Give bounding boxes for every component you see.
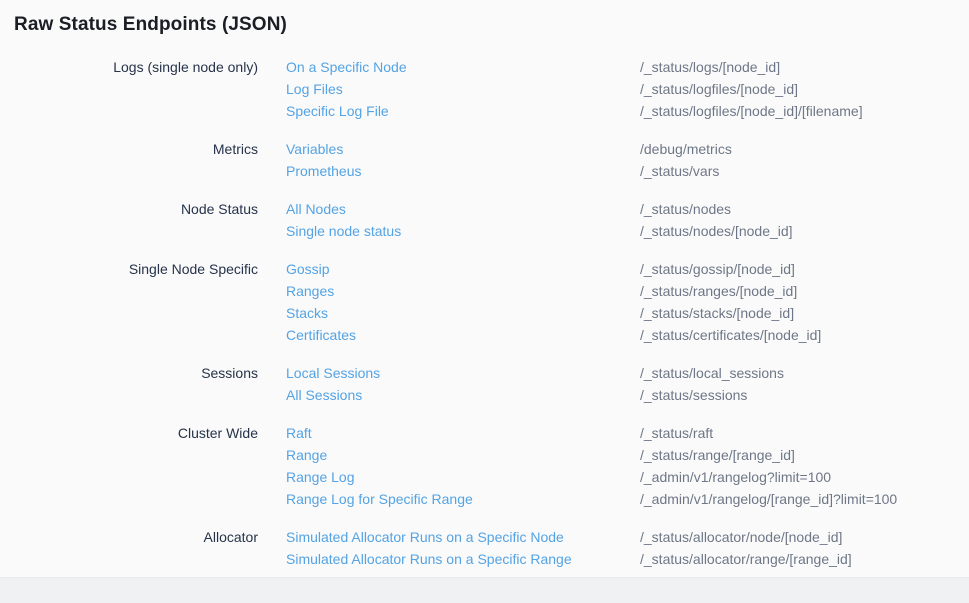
endpoint-path: /debug/metrics [640, 138, 955, 160]
link-column: GossipRangesStacksCertificates [286, 258, 612, 346]
endpoint-path: /_admin/v1/rangelog?limit=100 [640, 466, 955, 488]
category-label: Sessions [14, 362, 258, 384]
endpoint-path: /_status/certificates/[node_id] [640, 324, 955, 346]
endpoint-path: /_status/raft [640, 422, 955, 444]
endpoint-path: /_status/logfiles/[node_id]/[filename] [640, 100, 955, 122]
endpoint-link[interactable]: Gossip [286, 258, 612, 280]
endpoint-link[interactable]: Simulated Allocator Runs on a Specific N… [286, 526, 612, 548]
path-column: /_status/raft/_status/range/[range_id]/_… [640, 422, 955, 510]
endpoint-path: /_status/vars [640, 160, 955, 182]
endpoint-group: Cluster Wide RaftRangeRange LogRange Log … [14, 422, 955, 510]
endpoint-link[interactable]: Local Sessions [286, 362, 612, 384]
endpoint-link[interactable]: Certificates [286, 324, 612, 346]
endpoint-path: /_status/local_sessions [640, 362, 955, 384]
endpoint-link[interactable]: Range Log [286, 466, 612, 488]
category-column: Cluster Wide [14, 422, 258, 510]
endpoint-link[interactable]: On a Specific Node [286, 56, 612, 78]
endpoint-link[interactable]: Variables [286, 138, 612, 160]
endpoint-group: Sessions Local SessionsAll Sessions /_stat… [14, 362, 955, 406]
endpoint-link[interactable]: Raft [286, 422, 612, 444]
endpoint-link[interactable]: Single node status [286, 220, 612, 242]
endpoint-path: /_status/gossip/[node_id] [640, 258, 955, 280]
debug-page: Raw Status Endpoints (JSON) Logs (single… [0, 0, 969, 570]
link-column: RaftRangeRange LogRange Log for Specific… [286, 422, 612, 510]
path-column: /_status/local_sessions/_status/sessions [640, 362, 955, 406]
category-column: Allocator [14, 526, 258, 570]
endpoint-link[interactable]: Range [286, 444, 612, 466]
endpoint-path: /_status/nodes/[node_id] [640, 220, 955, 242]
endpoint-link[interactable]: Prometheus [286, 160, 612, 182]
endpoint-group: Metrics VariablesPrometheus/debug/metrics… [14, 138, 955, 182]
endpoint-path: /_status/logfiles/[node_id] [640, 78, 955, 100]
link-column: On a Specific NodeLog FilesSpecific Log … [286, 56, 612, 122]
endpoint-path: /_status/range/[range_id] [640, 444, 955, 466]
link-column: Simulated Allocator Runs on a Specific N… [286, 526, 612, 570]
category-label: Allocator [14, 526, 258, 548]
category-label: Logs (single node only) [14, 56, 258, 78]
category-label: Metrics [14, 138, 258, 160]
category-column: Metrics [14, 138, 258, 182]
endpoint-path: /_status/allocator/range/[range_id] [640, 548, 955, 570]
category-label: Single Node Specific [14, 258, 258, 280]
endpoint-link[interactable]: Ranges [286, 280, 612, 302]
link-column: VariablesPrometheus [286, 138, 612, 182]
endpoint-link[interactable]: Range Log for Specific Range [286, 488, 612, 510]
endpoint-path: /_admin/v1/rangelog/[range_id]?limit=100 [640, 488, 955, 510]
endpoint-path: /_status/nodes [640, 198, 955, 220]
endpoint-link[interactable]: All Sessions [286, 384, 612, 406]
category-column: Node Status [14, 198, 258, 242]
endpoint-path: /_status/stacks/[node_id] [640, 302, 955, 324]
endpoint-path: /_status/ranges/[node_id] [640, 280, 955, 302]
endpoint-path: /_status/allocator/node/[node_id] [640, 526, 955, 548]
endpoint-group: Logs (single node only) On a Specific Nod… [14, 56, 955, 122]
link-column: Local SessionsAll Sessions [286, 362, 612, 406]
endpoint-group: Node Status All NodesSingle node status /_… [14, 198, 955, 242]
endpoint-group: Single Node Specific GossipRangesStacksCe… [14, 258, 955, 346]
link-column: All NodesSingle node status [286, 198, 612, 242]
endpoint-link[interactable]: Simulated Allocator Runs on a Specific R… [286, 548, 612, 570]
category-column: Logs (single node only) [14, 56, 258, 122]
endpoint-path: /_status/sessions [640, 384, 955, 406]
endpoint-link[interactable]: Stacks [286, 302, 612, 324]
path-column: /_status/gossip/[node_id]/_status/ranges… [640, 258, 955, 346]
category-column: Sessions [14, 362, 258, 406]
endpoint-link[interactable]: Specific Log File [286, 100, 612, 122]
category-column: Single Node Specific [14, 258, 258, 346]
page-title: Raw Status Endpoints (JSON) [14, 13, 955, 37]
path-column: /_status/nodes/_status/nodes/[node_id] [640, 198, 955, 242]
path-column: /_status/allocator/node/[node_id]/_statu… [640, 526, 955, 570]
footer-strip [0, 577, 969, 603]
path-column: /debug/metrics/_status/vars [640, 138, 955, 182]
endpoint-link[interactable]: Log Files [286, 78, 612, 100]
endpoint-link[interactable]: All Nodes [286, 198, 612, 220]
endpoint-group: Allocator Simulated Allocator Runs on a S… [14, 526, 955, 570]
endpoint-path: /_status/logs/[node_id] [640, 56, 955, 78]
category-label: Node Status [14, 198, 258, 220]
path-column: /_status/logs/[node_id]/_status/logfiles… [640, 56, 955, 122]
endpoint-table: Logs (single node only) On a Specific Nod… [14, 56, 955, 570]
category-label: Cluster Wide [14, 422, 258, 444]
